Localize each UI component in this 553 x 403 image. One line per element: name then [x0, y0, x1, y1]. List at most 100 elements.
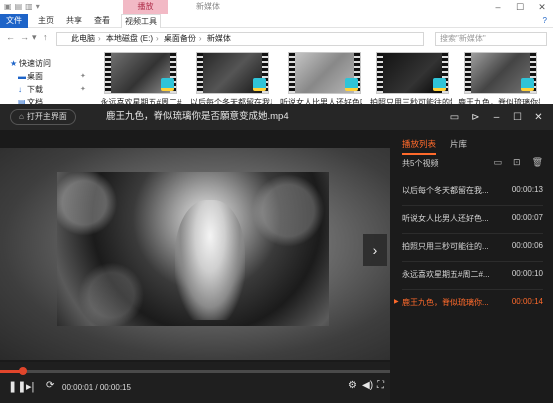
pin-icon: ✦ [80, 73, 86, 80]
tab-home[interactable]: 主页 [34, 14, 58, 28]
video-title: 鹿王九色，脊似琉璃你是否願意变成她.mp4 [106, 111, 289, 122]
progress-handle[interactable] [19, 367, 28, 375]
playlist-item-name: 以后每个冬天都留在我... [402, 186, 489, 195]
video-player-icon [345, 78, 358, 91]
desktop-icon: ▬ [18, 72, 26, 81]
maximize-icon[interactable]: ☐ [507, 112, 528, 123]
video-frame [57, 172, 329, 326]
maximize-icon[interactable]: ☐ [509, 0, 531, 14]
playlist-item-name: 拍照只用三秒可能往的... [402, 242, 489, 251]
video-player-icon [521, 78, 534, 91]
explorer-window-title: 新媒体 [196, 2, 220, 11]
playlist-item-duration: 00:00:06 [511, 241, 543, 250]
nav-downloads[interactable]: ↓ 下载 [18, 84, 43, 95]
nav-quick-access[interactable]: ★ 快速访问 [10, 58, 51, 69]
video-subject [175, 200, 245, 320]
video-player-window: ⌂ 打开主界面 鹿王九色，脊似琉璃你是否願意变成她.mp4 ▭ ⊳ – ☐ ✕ ›… [0, 104, 553, 403]
file-thumbnail[interactable] [288, 52, 361, 94]
playlist-item-duration: 00:00:10 [511, 269, 543, 278]
customize-dropdown-icon[interactable]: ▾ [36, 2, 40, 12]
address-path[interactable]: 此电脑 › 本地磁盘 (E:) › 桌面备份 › 新媒体 [56, 32, 424, 46]
fullscreen-icon[interactable]: ⛶ [377, 380, 384, 391]
playlist-item-name: 永远喜欢星期五#周二#... [402, 270, 490, 279]
chevron-right-icon: › [372, 242, 378, 258]
video-player-icon [433, 78, 446, 91]
playlist-item[interactable]: 以后每个冬天都留在我... 00:00:13 [390, 178, 553, 204]
pin-on-top-icon[interactable]: ⊳ [465, 112, 486, 123]
recent-dropdown-icon[interactable]: ▾ [32, 32, 37, 43]
file-thumbnail[interactable] [376, 52, 449, 94]
current-time: 00:00:01 [62, 383, 94, 392]
star-icon: ★ [10, 59, 18, 68]
ribbon-tabs: 文件 主页 共享 查看 视频工具 ? [0, 14, 553, 28]
minimize-icon[interactable]: – [486, 112, 507, 123]
navigation-pane: ★ 快速访问 ▬桌面 ✦ ↓ 下载 ✦ ▤文档 [0, 50, 100, 110]
volume-icon[interactable]: ◀) [362, 380, 373, 391]
playlist-item[interactable]: 拍照只用三秒可能往的... 00:00:06 [390, 234, 553, 260]
new-folder-icon[interactable]: ▥ [25, 2, 33, 12]
close-icon[interactable]: ✕ [528, 112, 549, 123]
playlist-panel: 播放列表 片库 共5个视频 ▭ ⊡ 🗑 以后每个冬天都留在我... 00:00:… [390, 130, 553, 403]
next-track-icon[interactable]: ▸| [26, 380, 34, 393]
address-bar-row: ← → ▾ ↑ 此电脑 › 本地磁盘 (E:) › 桌面备份 › 新媒体 搜索"新媒体… [0, 31, 553, 47]
playlist-item[interactable]: 听说女人比男人还好色... 00:00:07 [390, 206, 553, 232]
trash-icon[interactable]: 🗑 [532, 157, 543, 168]
playlist-item-duration: 00:00:07 [511, 213, 543, 222]
total-time: 00:00:15 [99, 383, 131, 392]
tab-video-tools[interactable]: 视频工具 [121, 14, 161, 28]
add-file-icon[interactable]: ⊡ [513, 157, 521, 168]
explorer-titlebar: ▣ ▤ ▥ ▾ 播放 新媒体 – ☐ ✕ [0, 0, 553, 14]
tab-file[interactable]: 文件 [0, 14, 28, 28]
playlist-item-playing[interactable]: ▶ 鹿王九色，脊似琉璃你... 00:00:14 [390, 290, 553, 316]
screen-icon[interactable]: ▭ [444, 112, 465, 123]
explorer-search-input[interactable]: 搜索"新媒体" [435, 32, 547, 46]
tab-view[interactable]: 查看 [90, 14, 114, 28]
add-folder-icon[interactable]: ▭ [494, 157, 503, 168]
forward-icon[interactable]: → [20, 32, 29, 42]
home-icon: ⌂ [19, 112, 24, 121]
pin-icon: ✦ [80, 86, 86, 93]
file-thumbnail[interactable] [104, 52, 177, 94]
playlist-count: 共5个视频 [402, 159, 439, 168]
playlist-item-duration: 00:00:13 [511, 185, 543, 194]
up-icon[interactable]: ↑ [43, 32, 48, 42]
file-thumbnail[interactable] [464, 52, 537, 94]
pause-icon[interactable]: ❚❚ [8, 380, 26, 393]
video-player-icon [253, 78, 266, 91]
minimize-icon[interactable]: – [487, 0, 509, 14]
playlist-item-name: 鹿王九色，脊似琉璃你... [402, 298, 489, 307]
open-main-interface-label: 打开主界面 [26, 112, 67, 121]
context-tab-play[interactable]: 播放 [123, 0, 168, 14]
tab-share[interactable]: 共享 [62, 14, 86, 28]
open-main-interface-button[interactable]: ⌂ 打开主界面 [10, 109, 76, 125]
settings-icon[interactable]: ⚙ [348, 380, 357, 391]
next-video-button[interactable]: › [363, 234, 387, 266]
video-player-icon [161, 78, 174, 91]
progress-bar[interactable] [0, 367, 390, 375]
playlist-item-name: 听说女人比男人还好色... [402, 214, 489, 223]
nav-desktop[interactable]: ▬桌面 [18, 71, 43, 82]
close-icon[interactable]: ✕ [531, 0, 553, 14]
playlist-item-duration: 00:00:14 [511, 297, 543, 306]
playlist-item[interactable]: 永远喜欢星期五#周二#... 00:00:10 [390, 262, 553, 288]
now-playing-icon: ▶ [394, 299, 399, 305]
breadcrumb-local-disk[interactable]: 本地磁盘 (E:) [106, 34, 153, 43]
file-explorer-window: ▣ ▤ ▥ ▾ 播放 新媒体 – ☐ ✕ 文件 主页 共享 查看 视频工具 ? … [0, 0, 553, 110]
video-canvas[interactable]: › [0, 130, 390, 362]
download-icon: ↓ [18, 85, 22, 94]
player-controls: ❚❚ ▸| ⟳ 00:00:01 / 00:00:15 ⚙ ◀) ⛶ [0, 376, 390, 400]
folder-icon[interactable]: ▣ [4, 2, 12, 12]
tab-playlist[interactable]: 播放列表 [402, 138, 437, 155]
help-icon[interactable]: ? [543, 16, 547, 25]
time-display: 00:00:01 / 00:00:15 [62, 383, 131, 392]
quick-access-toolbar: ▣ ▤ ▥ ▾ [4, 2, 40, 12]
back-icon[interactable]: ← [6, 32, 15, 42]
file-thumbnail[interactable] [196, 52, 269, 94]
breadcrumb-this-pc[interactable]: 此电脑 [71, 34, 95, 43]
breadcrumb-desktop-backup[interactable]: 桌面备份 [164, 34, 196, 43]
speed-icon[interactable]: ⟳ [46, 380, 54, 391]
player-titlebar: ⌂ 打开主界面 鹿王九色，脊似琉璃你是否願意变成她.mp4 ▭ ⊳ – ☐ ✕ [0, 104, 553, 130]
breadcrumb-new-media[interactable]: 新媒体 [207, 34, 231, 43]
properties-icon[interactable]: ▤ [15, 2, 23, 12]
tab-library[interactable]: 片库 [450, 138, 467, 155]
